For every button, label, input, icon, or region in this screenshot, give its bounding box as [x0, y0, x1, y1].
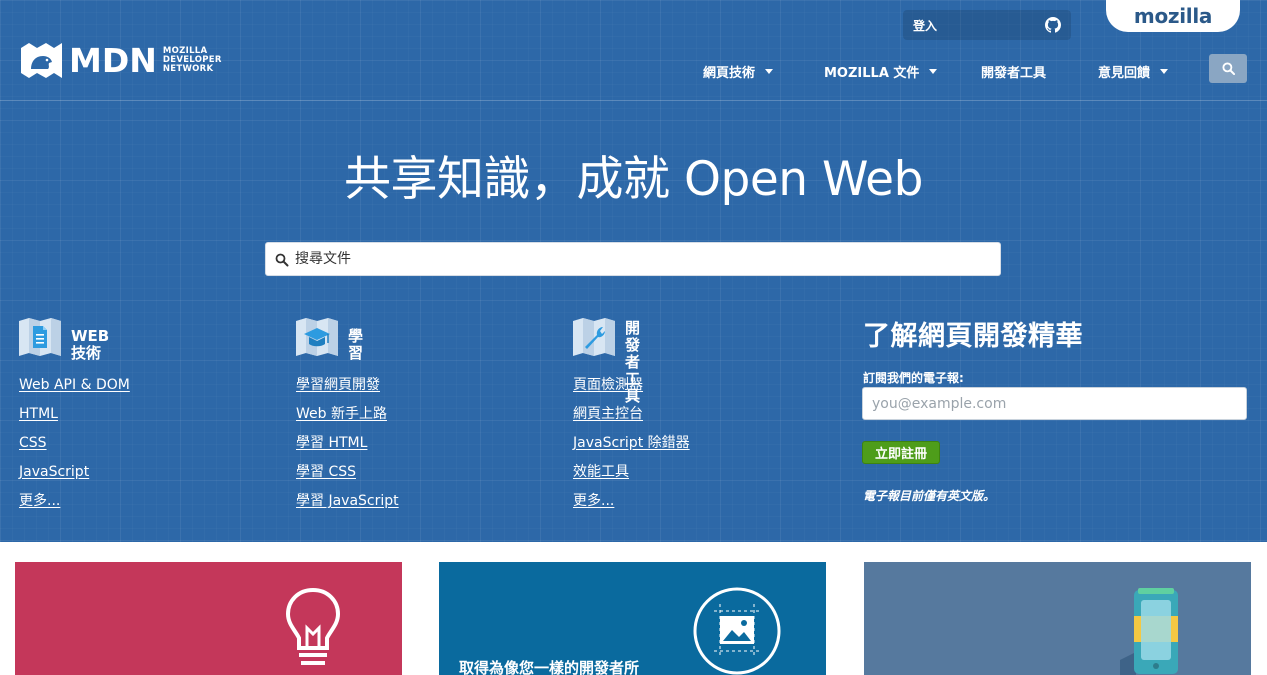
column-title-line: 開發者 [625, 319, 641, 371]
list-item: CSS [19, 432, 259, 461]
nav-label: 開發者工具 [981, 66, 1047, 81]
link-learn-javascript[interactable]: 學習 JavaScript [296, 493, 399, 509]
column-title: WEB 技術 [71, 327, 110, 362]
column-title: 學習 [348, 327, 364, 362]
list-item: JavaScript [19, 461, 259, 490]
image-frame-icon [693, 587, 781, 675]
nav-mozilla-docs[interactable]: MOZILLA 文件 [824, 62, 938, 81]
chevron-down-icon [765, 69, 774, 74]
link-more[interactable]: 更多... [19, 493, 60, 509]
nav-feedback[interactable]: 意見回饋 [1098, 62, 1169, 81]
link-page-inspector[interactable]: 頁面檢測器 [573, 377, 643, 393]
chevron-down-icon [1160, 69, 1169, 74]
list-item: Web API & DOM [19, 374, 259, 403]
nav-web-technologies[interactable]: 網頁技術 [703, 62, 774, 81]
main-search-box[interactable] [265, 242, 1001, 276]
chevron-down-icon [929, 69, 938, 74]
link-list: 學習網頁開發 Web 新手上路 學習 HTML 學習 CSS 學習 JavaSc… [296, 374, 536, 519]
document-icon [19, 318, 61, 356]
newsletter-signup-button[interactable]: 立即註冊 [862, 441, 940, 464]
list-item: 網頁主控台 [573, 403, 813, 432]
mozilla-wordmark: mozilla [1133, 4, 1213, 28]
list-item: JavaScript 除錯器 [573, 432, 813, 461]
link-html[interactable]: HTML [19, 406, 58, 422]
list-item: 學習 CSS [296, 461, 536, 490]
search-input[interactable] [295, 243, 985, 275]
nav-developer-tools[interactable]: 開發者工具 [981, 62, 1046, 81]
link-list: 頁面檢測器 網頁主控台 JavaScript 除錯器 效能工具 更多... [573, 374, 813, 519]
list-item: 學習網頁開發 [296, 374, 536, 403]
link-web-api-dom[interactable]: Web API & DOM [19, 377, 130, 393]
promo-card-developers[interactable]: 取得為像您一樣的開發者所 [439, 562, 826, 675]
mozilla-tab[interactable]: mozilla [1106, 0, 1240, 32]
nav-label: 意見回饋 [1098, 66, 1151, 81]
link-more[interactable]: 更多... [573, 493, 614, 509]
link-getting-started[interactable]: Web 新手上路 [296, 406, 387, 422]
list-item: 學習 HTML [296, 432, 536, 461]
column-web-technologies: WEB 技術 Web API & DOM HTML CSS JavaScript… [19, 318, 130, 509]
link-learn-web-dev[interactable]: 學習網頁開發 [296, 377, 380, 393]
link-list: Web API & DOM HTML CSS JavaScript 更多... [19, 374, 259, 519]
list-item: HTML [19, 403, 259, 432]
newsletter-label: 訂閱我們的電子報: [863, 371, 964, 385]
promo-card-ideas[interactable] [15, 562, 402, 675]
mobile-device-icon [1120, 588, 1178, 675]
column-learn: 學習 學習網頁開發 Web 新手上路 學習 HTML 學習 CSS 學習 Jav… [296, 318, 399, 509]
link-performance-tools[interactable]: 效能工具 [573, 464, 629, 480]
github-icon[interactable] [1045, 17, 1061, 33]
header-search-button[interactable] [1209, 54, 1247, 83]
login-box[interactable]: 登入 [903, 10, 1071, 40]
list-item: 更多... [573, 490, 813, 519]
lightbulb-icon [285, 587, 341, 665]
logo-subtitle: MOZILLA DEVELOPER NETWORK [163, 47, 222, 74]
hero-masthead: MDN MOZILLA DEVELOPER NETWORK 登入 mozilla… [0, 0, 1267, 542]
link-learn-html[interactable]: 學習 HTML [296, 435, 367, 451]
mdn-logo[interactable]: MDN MOZILLA DEVELOPER NETWORK [19, 41, 222, 80]
nav-label: 網頁技術 [703, 66, 756, 81]
login-link[interactable]: 登入 [913, 17, 937, 34]
link-js-debugger[interactable]: JavaScript 除錯器 [573, 435, 690, 451]
link-web-console[interactable]: 網頁主控台 [573, 406, 643, 422]
mdn-dino-logo-icon [21, 42, 62, 78]
search-icon [1221, 62, 1235, 75]
wrench-icon [573, 318, 615, 356]
header-divider [0, 100, 1267, 101]
list-item: 頁面檢測器 [573, 374, 813, 403]
link-css[interactable]: CSS [19, 435, 47, 451]
column-developer-tools: 開發者 工具 頁面檢測器 網頁主控台 JavaScript 除錯器 效能工具 更… [573, 318, 690, 509]
newsletter-title: 了解網頁開發精華 [863, 321, 1083, 352]
link-javascript[interactable]: JavaScript [19, 464, 89, 480]
newsletter-email-field[interactable] [862, 387, 1247, 420]
graduation-cap-icon [296, 318, 338, 356]
search-icon [275, 253, 289, 267]
page-headline: 共享知識，成就 Open Web [344, 152, 923, 207]
list-item: Web 新手上路 [296, 403, 536, 432]
list-item: 效能工具 [573, 461, 813, 490]
list-item: 學習 JavaScript [296, 490, 536, 519]
logo-wordmark: MDN [69, 41, 157, 80]
nav-label: MOZILLA 文件 [824, 66, 920, 81]
list-item: 更多... [19, 490, 259, 519]
card-text: 取得為像您一樣的開發者所 [459, 659, 640, 675]
newsletter-note: 電子報目前僅有英文版。 [863, 489, 996, 503]
promo-card-mobile[interactable] [864, 562, 1251, 675]
logo-subtitle-line: NETWORK [162, 64, 214, 74]
link-learn-css[interactable]: 學習 CSS [296, 464, 356, 480]
